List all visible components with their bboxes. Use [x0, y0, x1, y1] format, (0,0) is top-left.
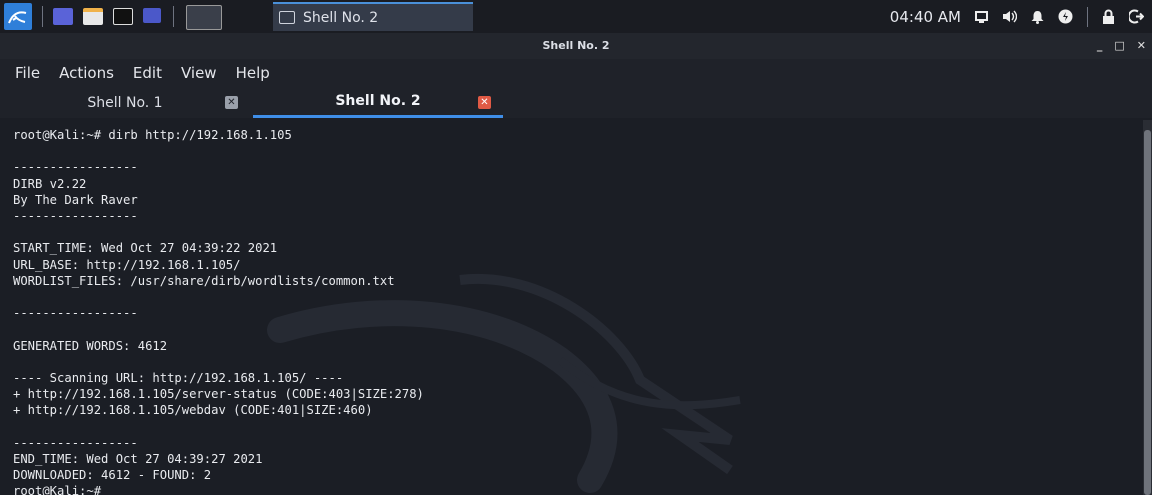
close-button[interactable]: ✕ — [1137, 33, 1146, 59]
tray-separator — [1087, 6, 1088, 27]
tab-label: Shell No. 2 — [335, 93, 421, 109]
terminal-line: URL_BASE: http://192.168.1.105/ — [13, 257, 241, 272]
taskbar-shell-window[interactable]: Shell No. 2 — [273, 2, 473, 31]
minimize-button[interactable]: _ — [1097, 33, 1103, 59]
tab-close-icon[interactable]: ✕ — [478, 96, 491, 109]
menu-help[interactable]: Help — [236, 64, 270, 82]
terminal-line: ----------------- — [13, 435, 138, 450]
power-manager-icon[interactable] — [1058, 9, 1073, 24]
top-panel: Shell No. 2 04:40 AM — [0, 0, 1152, 34]
terminal-icon — [279, 11, 295, 24]
terminal-output[interactable]: root@Kali:~# dirb http://192.168.1.105 --… — [0, 120, 1143, 495]
file-manager-icon[interactable] — [83, 8, 103, 25]
terminal-lines: root@Kali:~# dirb http://192.168.1.105 --… — [13, 127, 424, 495]
terminal-line: ----------------- — [13, 209, 138, 223]
tab-shell-1[interactable]: Shell No. 1 ✕ — [0, 87, 250, 118]
lock-icon[interactable] — [1102, 9, 1115, 24]
terminal-line: END_TIME: Wed Oct 27 04:39:27 2021 — [13, 451, 263, 466]
terminal-line: GENERATED WORDS: 4612 — [13, 338, 168, 353]
menu-actions[interactable]: Actions — [59, 64, 114, 82]
terminal-line: ----------------- — [13, 306, 138, 321]
tab-bar: Shell No. 1 ✕ Shell No. 2 ✕ — [0, 87, 1152, 118]
tab-close-icon[interactable]: ✕ — [225, 96, 238, 109]
terminal-line: WORDLIST_FILES: /usr/share/dirb/wordlist… — [13, 273, 395, 288]
menu-view[interactable]: View — [181, 64, 217, 82]
panel-separator — [42, 6, 43, 27]
scrollbar-thumb[interactable] — [1144, 130, 1151, 495]
terminal-line: root@Kali:~# — [13, 484, 102, 495]
menu-file[interactable]: File — [15, 64, 40, 82]
terminal-line: DOWNLOADED: 4612 - FOUND: 2 — [13, 468, 212, 483]
taskbar-task-label: Shell No. 2 — [303, 9, 379, 26]
terminal-line: ----------------- — [13, 160, 138, 175]
screen-recorder-icon[interactable] — [143, 8, 161, 23]
workspace-icon[interactable] — [53, 8, 73, 25]
window-titlebar[interactable]: Shell No. 2 _ □ ✕ — [0, 33, 1152, 59]
system-tray: 04:40 AM — [890, 0, 1152, 33]
terminal-window-icon[interactable] — [186, 5, 222, 30]
terminal-line: START_TIME: Wed Oct 27 04:39:22 2021 — [13, 241, 278, 256]
terminal-line: root@Kali:~# dirb http://192.168.1.105 — [13, 128, 292, 142]
terminal-line: + http://192.168.1.105/server-status (CO… — [13, 387, 424, 402]
window-controls: _ □ ✕ — [1097, 33, 1146, 59]
clock[interactable]: 04:40 AM — [890, 8, 961, 26]
terminal-line: By The Dark Raver — [13, 192, 138, 207]
tab-shell-2[interactable]: Shell No. 2 ✕ — [253, 87, 503, 118]
terminal-line: ---- Scanning URL: http://192.168.1.105/… — [13, 370, 344, 385]
terminal-line: DIRB v2.22 — [13, 176, 87, 191]
window-title: Shell No. 2 — [542, 39, 610, 52]
terminal-launcher-icon[interactable] — [113, 8, 133, 25]
panel-separator — [173, 6, 174, 27]
kali-menu-icon[interactable] — [4, 3, 32, 30]
menu-edit[interactable]: Edit — [133, 64, 162, 82]
menu-bar: File Actions Edit View Help — [0, 59, 1152, 87]
maximize-button[interactable]: □ — [1114, 33, 1124, 59]
notification-bell-icon[interactable] — [1031, 10, 1044, 24]
terminal-scrollbar[interactable] — [1143, 120, 1152, 495]
volume-icon[interactable] — [1002, 10, 1017, 23]
tab-label: Shell No. 1 — [87, 94, 163, 111]
terminal-line: + http://192.168.1.105/webdav (CODE:401|… — [13, 403, 373, 418]
display-icon[interactable] — [975, 10, 988, 23]
logout-icon[interactable] — [1129, 9, 1144, 24]
